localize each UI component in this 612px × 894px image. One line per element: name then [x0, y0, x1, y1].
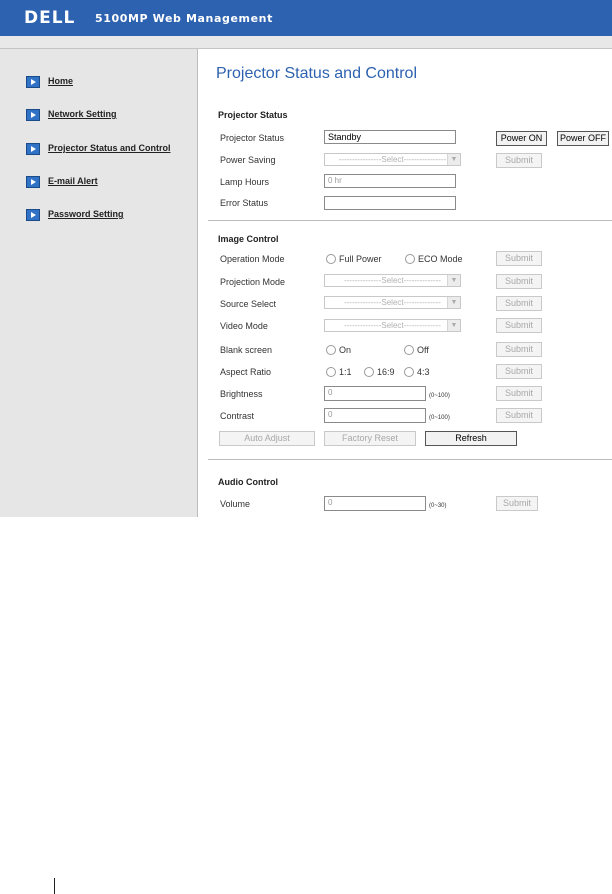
header-stripe: [0, 36, 612, 49]
error-status-field: [324, 196, 456, 210]
volume-label: Volume: [220, 499, 251, 509]
sidebar: Home Network Setting Projector Status an…: [0, 49, 198, 517]
sidebar-item-label[interactable]: Password Setting: [48, 209, 124, 219]
source-select-submit-button[interactable]: Submit: [496, 296, 542, 311]
chevron-down-icon: ▼: [447, 154, 460, 165]
sidebar-item-label[interactable]: Projector Status and Control: [48, 143, 171, 153]
brightness-label: Brightness: [220, 389, 263, 399]
sidebar-item-label[interactable]: Home: [48, 76, 73, 86]
ratio-16-9-radio[interactable]: 16:9: [364, 366, 395, 378]
contrast-input[interactable]: 0: [324, 408, 426, 423]
error-status-label: Error Status: [220, 198, 269, 208]
blank-on-radio[interactable]: On: [326, 344, 352, 356]
blank-screen-submit-button[interactable]: Submit: [496, 342, 542, 357]
ratio-1-1-radio[interactable]: 1:1: [326, 366, 352, 378]
video-mode-submit-button[interactable]: Submit: [496, 318, 542, 333]
power-saving-submit-button[interactable]: Submit: [496, 153, 542, 168]
factory-reset-button[interactable]: Factory Reset: [324, 431, 416, 446]
power-on-button[interactable]: Power ON: [496, 131, 547, 146]
video-mode-select[interactable]: --------------Select-------------- ▼: [324, 319, 461, 332]
select-text: --------------Select--------------: [344, 298, 441, 307]
projector-status-label: Projector Status: [220, 133, 285, 143]
radio-circle-icon: [326, 344, 336, 355]
volume-submit-button[interactable]: Submit: [496, 496, 538, 511]
power-off-button[interactable]: Power OFF: [557, 131, 609, 146]
lamp-hours-label: Lamp Hours: [220, 177, 270, 187]
app-title: 5100MP Web Management: [95, 12, 273, 25]
section-audio-control: Audio Control: [218, 477, 278, 487]
page-title: Projector Status and Control: [216, 65, 417, 82]
source-select[interactable]: --------------Select-------------- ▼: [324, 296, 461, 309]
section-image-control: Image Control: [218, 234, 279, 244]
contrast-range: (0~100): [429, 415, 450, 421]
brightness-range: (0~100): [429, 393, 450, 399]
brightness-submit-button[interactable]: Submit: [496, 386, 542, 401]
arrow-right-icon: [26, 209, 40, 221]
radio-circle-icon: [326, 253, 336, 264]
operation-mode-submit-button[interactable]: Submit: [496, 251, 542, 266]
ratio-4-3-radio[interactable]: 4:3: [404, 366, 430, 378]
footer-rule: [54, 878, 55, 894]
volume-input[interactable]: 0: [324, 496, 426, 511]
projection-mode-select[interactable]: --------------Select-------------- ▼: [324, 274, 461, 287]
divider: [208, 459, 612, 460]
eco-mode-label: ECO Mode: [418, 254, 463, 264]
chevron-down-icon: ▼: [447, 275, 460, 286]
chevron-down-icon: ▼: [447, 297, 460, 308]
aspect-ratio-label: Aspect Ratio: [220, 367, 272, 377]
sidebar-item-label[interactable]: E-mail Alert: [48, 176, 98, 186]
refresh-button[interactable]: Refresh: [425, 431, 517, 446]
radio-circle-icon: [404, 366, 414, 377]
brightness-input[interactable]: 0: [324, 386, 426, 401]
select-text: ----------------Select----------------: [338, 155, 447, 164]
arrow-right-icon: [26, 143, 40, 155]
video-mode-label: Video Mode: [220, 321, 268, 331]
auto-adjust-button[interactable]: Auto Adjust: [219, 431, 315, 446]
operation-mode-label: Operation Mode: [220, 254, 285, 264]
lamp-hours-field: 0 hr: [324, 174, 456, 188]
blank-off-radio[interactable]: Off: [404, 344, 429, 356]
main-content: Projector Status and Control Projector S…: [198, 49, 612, 517]
radio-circle-icon: [405, 253, 415, 264]
divider: [208, 220, 612, 221]
ratio-1-1-label: 1:1: [339, 367, 352, 377]
arrow-right-icon: [26, 76, 40, 88]
projection-mode-submit-button[interactable]: Submit: [496, 274, 542, 289]
power-saving-label: Power Saving: [220, 155, 276, 165]
radio-circle-icon: [326, 366, 336, 377]
full-power-radio[interactable]: Full Power: [326, 253, 382, 265]
select-text: --------------Select--------------: [344, 276, 441, 285]
power-saving-select[interactable]: ----------------Select---------------- ▼: [324, 153, 461, 166]
blank-screen-label: Blank screen: [220, 345, 273, 355]
volume-range: (0~30): [429, 503, 447, 509]
sidebar-item-label[interactable]: Network Setting: [48, 109, 117, 119]
aspect-ratio-submit-button[interactable]: Submit: [496, 364, 542, 379]
ratio-4-3-label: 4:3: [417, 367, 430, 377]
contrast-label: Contrast: [220, 411, 255, 421]
eco-mode-radio[interactable]: ECO Mode: [405, 253, 463, 265]
full-power-label: Full Power: [339, 254, 382, 264]
blank-off-label: Off: [417, 345, 429, 355]
header-bar: DELL 5100MP Web Management: [0, 0, 612, 36]
chevron-down-icon: ▼: [447, 320, 460, 331]
dell-logo: DELL: [24, 8, 76, 28]
section-projector-status: Projector Status: [218, 110, 288, 120]
ratio-16-9-label: 16:9: [377, 367, 395, 377]
blank-on-label: On: [339, 345, 352, 355]
select-text: --------------Select--------------: [344, 321, 441, 330]
projection-mode-label: Projection Mode: [220, 277, 286, 287]
source-select-label: Source Select: [220, 299, 277, 309]
contrast-submit-button[interactable]: Submit: [496, 408, 542, 423]
radio-circle-icon: [404, 344, 414, 355]
projector-status-field[interactable]: Standby: [324, 130, 456, 144]
arrow-right-icon: [26, 176, 40, 188]
arrow-right-icon: [26, 109, 40, 121]
radio-circle-icon: [364, 366, 374, 377]
